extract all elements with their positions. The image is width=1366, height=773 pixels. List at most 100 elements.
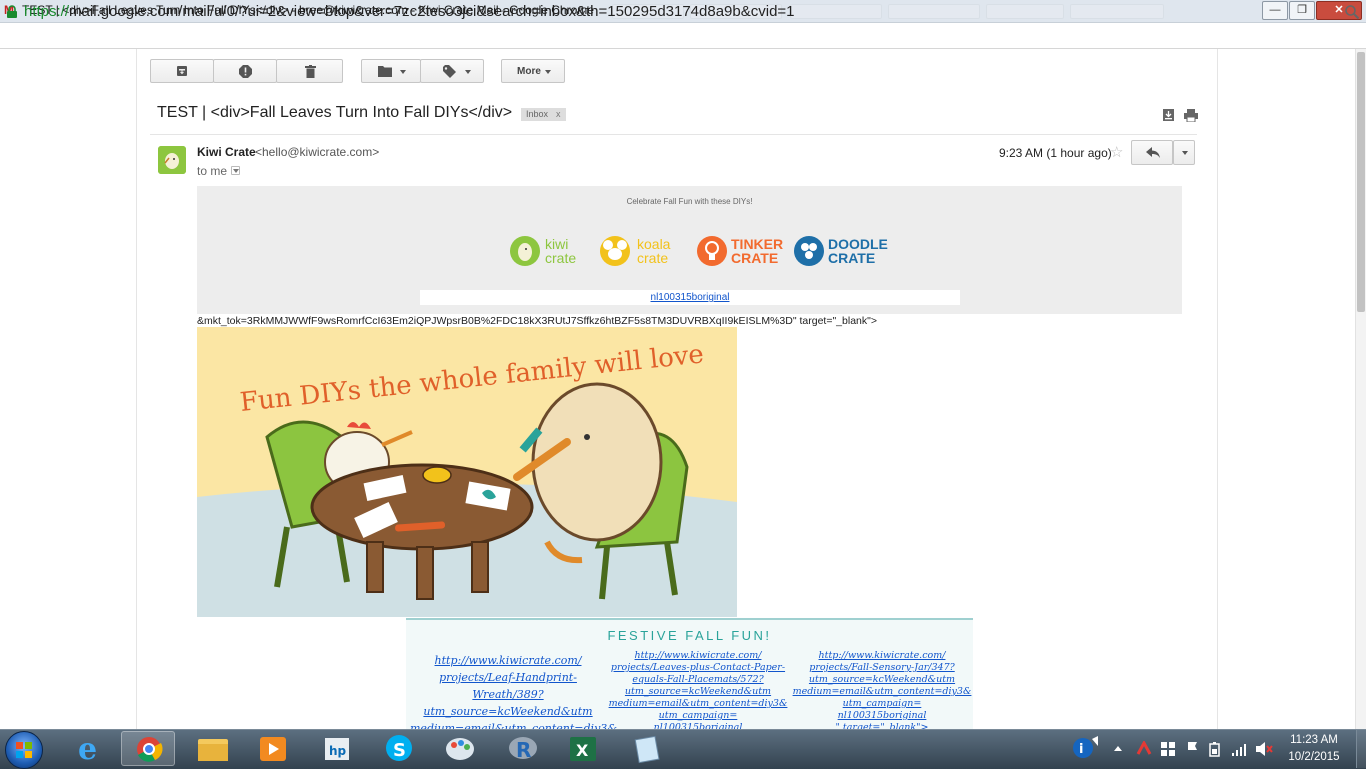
- minimize-button[interactable]: —: [1262, 1, 1288, 20]
- link-line: utm_source=kcWeekend&utm: [808, 674, 956, 685]
- link-line: http://www.kiwicrate.com/: [634, 650, 762, 661]
- brand-line-2: CRATE: [731, 250, 779, 266]
- link-line: nl100315boriginal: [837, 710, 927, 721]
- brand-line-2: crate: [545, 250, 577, 266]
- intel-graphics-icon[interactable]: i: [1070, 735, 1104, 761]
- background-tab[interactable]: [790, 4, 882, 19]
- hp-icon: hp: [325, 738, 349, 760]
- reply-icon: [1146, 147, 1160, 158]
- zoom-icon[interactable]: [1344, 4, 1360, 20]
- background-tab[interactable]: [986, 4, 1064, 19]
- link-line: medium=email&utm_content=diy3&: [608, 698, 788, 709]
- taskbar-r[interactable]: R: [496, 731, 550, 766]
- reply-button[interactable]: [1131, 140, 1173, 165]
- antivirus-icon[interactable]: [1135, 741, 1153, 757]
- kiwi-crate-logo[interactable]: kiwi crate: [509, 232, 587, 269]
- windows-logo-icon: [16, 742, 32, 758]
- taskbar-paint[interactable]: [433, 731, 487, 766]
- lock-icon: [7, 5, 17, 18]
- svg-text:e: e: [78, 732, 97, 766]
- email-timestamp: 9:23 AM (1 hour ago): [999, 146, 1112, 160]
- doodle-crate-logo[interactable]: DOODLE CRATE: [793, 232, 888, 269]
- maximize-button[interactable]: ❐: [1289, 1, 1315, 20]
- doodle-icon: [794, 236, 824, 266]
- taskbar-hp[interactable]: hp: [310, 731, 364, 766]
- tracking-link[interactable]: nl100315boriginal: [420, 292, 960, 303]
- brand-line-2: CRATE: [828, 250, 876, 266]
- start-button[interactable]: [5, 731, 43, 769]
- show-hidden-icons-icon[interactable]: [1112, 743, 1124, 753]
- clock-time[interactable]: 11:23 AM: [1278, 734, 1350, 746]
- star-icon[interactable]: ☆: [1110, 145, 1123, 160]
- taskbar-excel[interactable]: X: [556, 731, 610, 766]
- chevron-down-icon: [1182, 151, 1188, 155]
- labels-button[interactable]: [420, 59, 484, 83]
- archive-button[interactable]: [150, 59, 214, 83]
- background-tab[interactable]: [1070, 4, 1164, 19]
- svg-text:R: R: [516, 738, 531, 762]
- scrollbar-thumb[interactable]: [1357, 52, 1365, 312]
- report-spam-button[interactable]: [213, 59, 277, 83]
- more-actions-button[interactable]: [1173, 140, 1195, 165]
- chevron-down-icon: [545, 70, 551, 74]
- print-icon[interactable]: [1184, 109, 1198, 122]
- taskbar-skype[interactable]: S: [372, 731, 426, 766]
- svg-text:X: X: [576, 741, 589, 760]
- sender-avatar[interactable]: [158, 146, 186, 174]
- link-line: http://www.kiwicrate.com/: [818, 650, 946, 661]
- link-line: projects/Fall-Sensory-Jar/347?: [809, 662, 955, 673]
- divider: [150, 134, 1197, 135]
- newsletter-tagline: Celebrate Fall Fun with these DIYs!: [626, 197, 753, 206]
- koala-crate-logo[interactable]: koala crate: [599, 232, 681, 269]
- media-player-icon: [260, 737, 286, 761]
- address-bar[interactable]: [0, 23, 1366, 49]
- show-details-button[interactable]: [231, 166, 240, 175]
- remove-label-button[interactable]: x: [556, 109, 561, 119]
- delete-button[interactable]: [276, 59, 343, 83]
- action-center-icon[interactable]: [1185, 741, 1199, 757]
- link-line: medium=email&utm_content=diy3&: [792, 686, 972, 697]
- url-text[interactable]: https://mail.google.com/mail/u/0/?ui=2&v…: [24, 3, 795, 20]
- sender-name[interactable]: Kiwi Crate: [197, 145, 256, 159]
- battery-icon[interactable]: [1207, 741, 1221, 757]
- hero-illustration[interactable]: Fun DIYs the whole family will love: [197, 327, 737, 617]
- move-to-button[interactable]: [361, 59, 421, 83]
- kiwi-icon: [510, 236, 540, 266]
- email-subject: TEST | <div>Fall Leaves Turn Into Fall D…: [157, 104, 513, 121]
- excel-icon: X: [570, 737, 596, 761]
- link-line: utm_campaign=: [658, 710, 738, 721]
- chevron-down-icon: [465, 70, 471, 74]
- tinker-icon: [697, 236, 727, 266]
- project-link-fall-placemats[interactable]: http://www.kiwicrate.com/ projects/Leave…: [606, 650, 790, 734]
- chevron-down-icon: [233, 169, 239, 173]
- link-line: utm_source=kcWeekend&utm: [423, 705, 593, 718]
- download-icon[interactable]: [1163, 109, 1174, 121]
- windows-flag-icon[interactable]: [1160, 741, 1176, 757]
- taskbar-media-player[interactable]: [246, 731, 300, 766]
- more-label: More: [517, 66, 541, 77]
- svg-text:hp: hp: [329, 744, 347, 758]
- taskbar-chrome[interactable]: [121, 731, 175, 766]
- taskbar-notepad[interactable]: [620, 731, 674, 766]
- tinker-crate-logo[interactable]: TINKER CRATE: [696, 232, 783, 269]
- project-link-sensory-jar[interactable]: http://www.kiwicrate.com/ projects/Fall-…: [790, 650, 974, 734]
- taskbar-explorer[interactable]: [186, 731, 240, 766]
- inbox-label-chip[interactable]: Inbox x: [521, 108, 566, 121]
- project-link-leaf-wreath[interactable]: http://www.kiwicrate.com/ projects/Leaf-…: [410, 652, 617, 737]
- folder-icon: [198, 739, 228, 761]
- label-icon: [443, 65, 456, 78]
- volume-muted-icon[interactable]: [1255, 741, 1273, 757]
- show-desktop-button[interactable]: [1356, 730, 1366, 768]
- background-tab[interactable]: [888, 4, 980, 19]
- trash-icon: [305, 65, 316, 78]
- skype-icon: S: [386, 735, 412, 761]
- wifi-signal-icon[interactable]: [1231, 741, 1247, 757]
- clock-date[interactable]: 10/2/2015: [1278, 751, 1350, 763]
- link-line: Wreath/389?: [472, 688, 544, 701]
- kiwi-character: [531, 382, 663, 542]
- paint-icon: [446, 738, 474, 760]
- chevron-down-icon: [400, 70, 406, 74]
- link-line: http://www.kiwicrate.com/: [434, 654, 582, 667]
- taskbar-ie[interactable]: e: [62, 731, 116, 767]
- more-button[interactable]: More: [501, 59, 565, 83]
